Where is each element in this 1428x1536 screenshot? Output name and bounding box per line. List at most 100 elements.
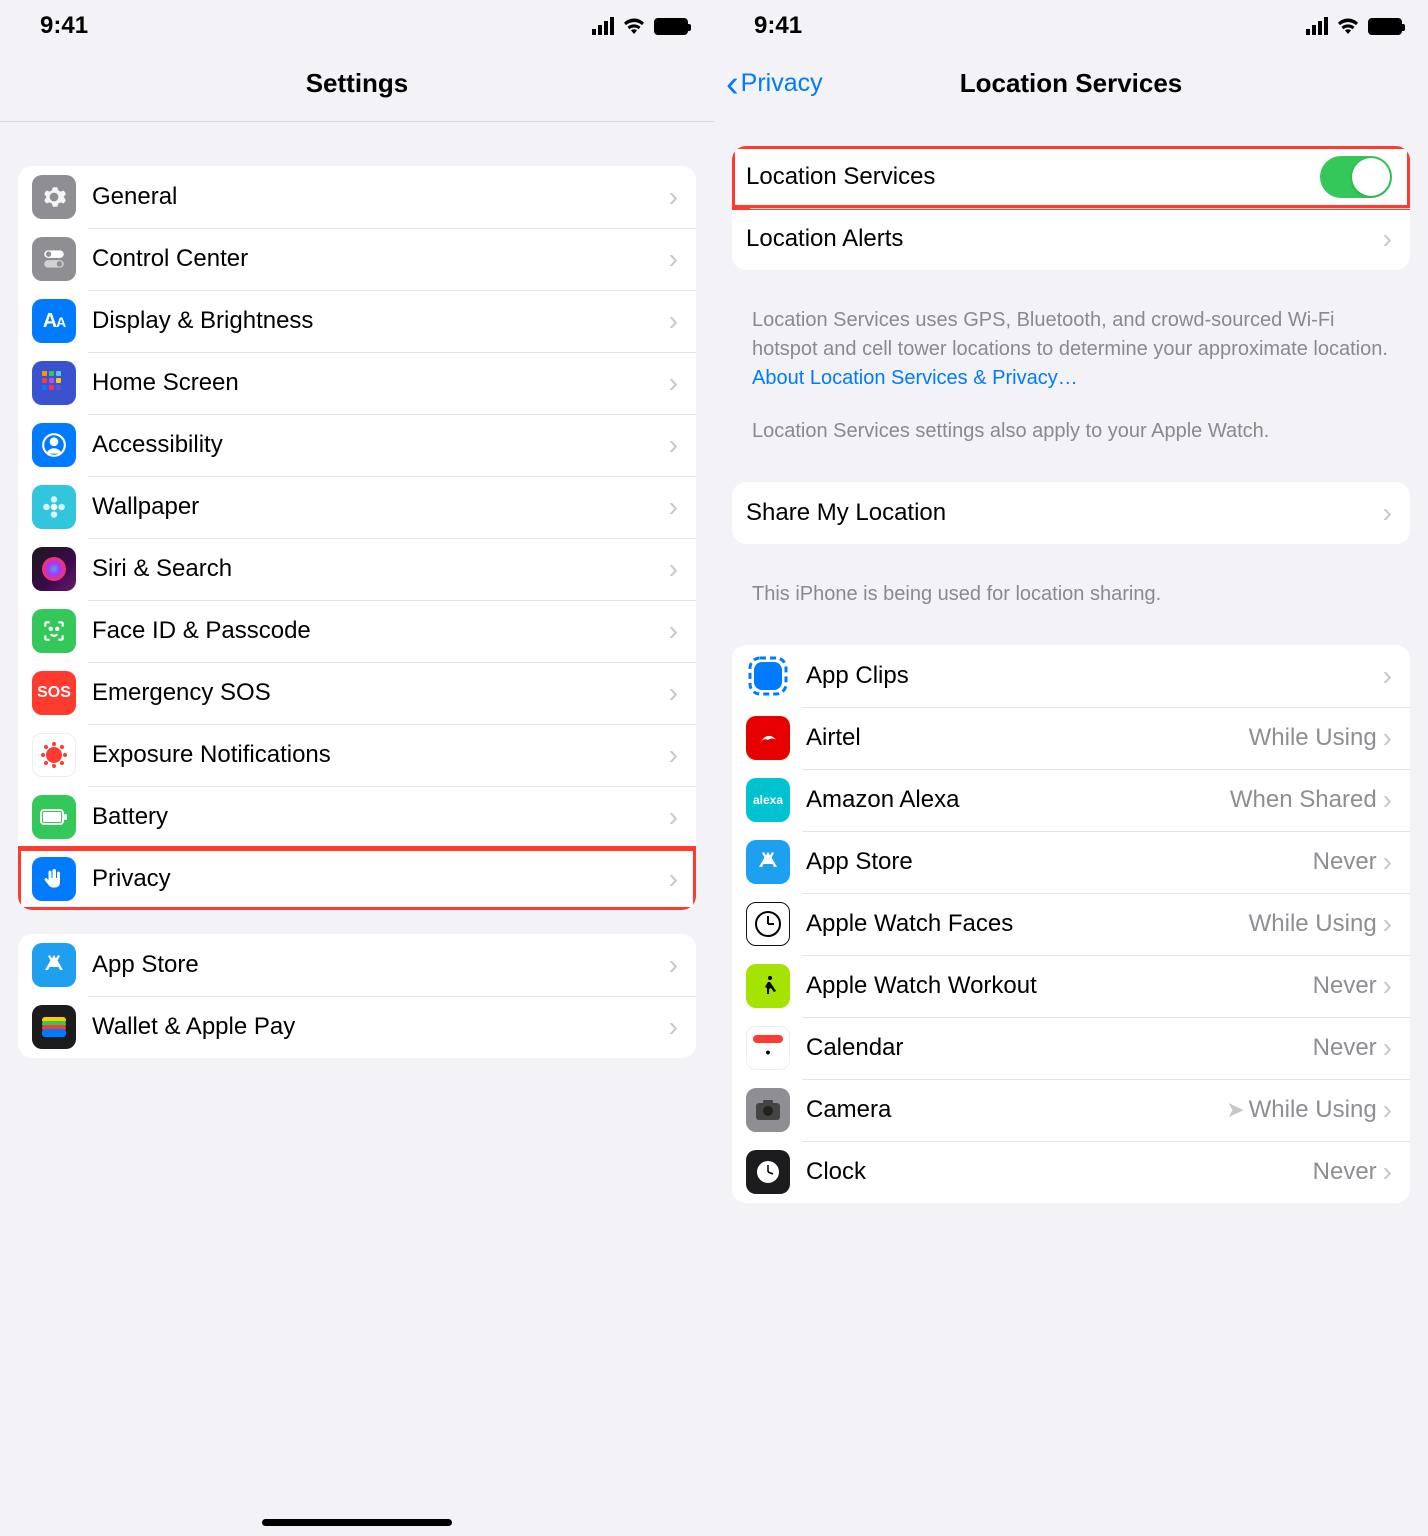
- settings-row-wallet[interactable]: Wallet & Apple Pay›: [18, 996, 696, 1058]
- settings-row-exposure[interactable]: Exposure Notifications›: [18, 724, 696, 786]
- row-label: Location Alerts: [746, 225, 1383, 253]
- row-status: When Shared: [1230, 786, 1377, 814]
- home-indicator[interactable]: [262, 1519, 452, 1526]
- chevron-left-icon: ‹: [726, 65, 739, 103]
- share-location-group: Share My Location ›: [732, 482, 1410, 544]
- wifi-icon: [1336, 17, 1360, 35]
- app-row-clock[interactable]: Clock Never›: [732, 1141, 1410, 1203]
- row-label: Display & Brightness: [92, 307, 669, 335]
- watchfaces-icon: [746, 902, 790, 946]
- location-services-screen: 9:41 ‹ Privacy Location Services Locatio…: [714, 0, 1428, 1536]
- appstore-icon: [746, 840, 790, 884]
- back-label: Privacy: [741, 69, 823, 98]
- sos-icon: SOS: [32, 671, 76, 715]
- location-toggle-group: Location Services Location Alerts ›: [732, 146, 1410, 270]
- row-status: While Using: [1249, 910, 1377, 938]
- settings-row-appstore[interactable]: App Store›: [18, 934, 696, 996]
- settings-row-display[interactable]: AA Display & Brightness›: [18, 290, 696, 352]
- privacy-icon: [32, 857, 76, 901]
- siri-icon: [32, 547, 76, 591]
- signal-icon: [592, 17, 614, 35]
- nav-header: Settings: [0, 46, 714, 122]
- app-row-calendar[interactable]: •Calendar Never›: [732, 1017, 1410, 1079]
- chevron-right-icon: ›: [669, 183, 678, 211]
- settings-row-privacy[interactable]: Privacy›: [18, 848, 696, 910]
- status-bar: 9:41: [0, 0, 714, 46]
- row-label: Share My Location: [746, 499, 1383, 527]
- back-button[interactable]: ‹ Privacy: [726, 65, 823, 103]
- app-row-alexa[interactable]: alexaAmazon Alexa When Shared›: [732, 769, 1410, 831]
- settings-row-faceid[interactable]: Face ID & Passcode›: [18, 600, 696, 662]
- calendar-icon: •: [746, 1026, 790, 1070]
- row-label: Wallpaper: [92, 493, 669, 521]
- settings-row-accessibility[interactable]: Accessibility›: [18, 414, 696, 476]
- settings-row-sos[interactable]: SOS Emergency SOS›: [18, 662, 696, 724]
- location-content[interactable]: Location Services Location Alerts › Loca…: [714, 122, 1428, 1530]
- app-row-appclips[interactable]: App Clips ›: [732, 645, 1410, 707]
- display-icon: AA: [32, 299, 76, 343]
- row-label: Camera: [806, 1096, 1226, 1124]
- page-title: Location Services: [960, 68, 1183, 99]
- location-alerts-row[interactable]: Location Alerts ›: [732, 208, 1410, 270]
- camera-icon: [746, 1088, 790, 1132]
- chevron-right-icon: ›: [1383, 662, 1392, 690]
- share-my-location-row[interactable]: Share My Location ›: [732, 482, 1410, 544]
- row-label: Amazon Alexa: [806, 786, 1230, 814]
- toggle-label: Location Services: [746, 163, 1320, 191]
- settings-row-battery[interactable]: Battery›: [18, 786, 696, 848]
- settings-row-home-screen[interactable]: Home Screen›: [18, 352, 696, 414]
- row-status: Never: [1313, 1158, 1377, 1186]
- chevron-right-icon: ›: [1383, 848, 1392, 876]
- status-bar: 9:41: [714, 0, 1428, 46]
- settings-row-wallpaper[interactable]: Wallpaper›: [18, 476, 696, 538]
- chevron-right-icon: ›: [669, 307, 678, 335]
- battery-icon: [1368, 18, 1402, 35]
- chevron-right-icon: ›: [1383, 1096, 1392, 1124]
- location-services-switch[interactable]: [1320, 156, 1392, 198]
- row-label: App Clips: [806, 662, 1377, 690]
- app-row-watchfaces[interactable]: Apple Watch Faces While Using›: [732, 893, 1410, 955]
- status-indicators: [1306, 17, 1402, 35]
- apps-group: App Clips ›Airtel While Using›alexaAmazo…: [732, 645, 1410, 1203]
- row-label: App Store: [92, 951, 669, 979]
- app-row-airtel[interactable]: Airtel While Using›: [732, 707, 1410, 769]
- settings-row-siri[interactable]: Siri & Search›: [18, 538, 696, 600]
- chevron-right-icon: ›: [669, 803, 678, 831]
- row-label: Battery: [92, 803, 669, 831]
- row-status: While Using: [1249, 724, 1377, 752]
- workout-icon: [746, 964, 790, 1008]
- location-note-1: Location Services uses GPS, Bluetooth, a…: [732, 294, 1410, 405]
- chevron-right-icon: ›: [669, 679, 678, 707]
- row-status: ➤ While Using: [1226, 1096, 1376, 1124]
- appstore-icon: [32, 943, 76, 987]
- settings-group-main: General›Control Center› AA Display & Brigh…: [18, 166, 696, 910]
- battery-icon: [32, 795, 76, 839]
- location-services-toggle-row[interactable]: Location Services: [732, 146, 1410, 208]
- row-label: Home Screen: [92, 369, 669, 397]
- settings-content[interactable]: General›Control Center› AA Display & Brigh…: [0, 122, 714, 1530]
- share-note: This iPhone is being used for location s…: [732, 568, 1410, 621]
- alexa-icon: alexa: [746, 778, 790, 822]
- chevron-right-icon: ›: [669, 431, 678, 459]
- page-title: Settings: [306, 68, 409, 99]
- chevron-right-icon: ›: [669, 245, 678, 273]
- chevron-right-icon: ›: [669, 741, 678, 769]
- app-row-appstore[interactable]: App Store Never›: [732, 831, 1410, 893]
- nav-header: ‹ Privacy Location Services: [714, 46, 1428, 122]
- about-link[interactable]: About Location Services & Privacy…: [752, 367, 1078, 389]
- app-row-camera[interactable]: Camera➤ While Using›: [732, 1079, 1410, 1141]
- settings-row-general[interactable]: General›: [18, 166, 696, 228]
- chevron-right-icon: ›: [669, 951, 678, 979]
- control-center-icon: [32, 237, 76, 281]
- svg-text:•: •: [766, 1044, 771, 1060]
- clock-icon: [746, 1150, 790, 1194]
- accessibility-icon: [32, 423, 76, 467]
- app-row-workout[interactable]: Apple Watch Workout Never›: [732, 955, 1410, 1017]
- chevron-right-icon: ›: [1383, 724, 1392, 752]
- row-label: Emergency SOS: [92, 679, 669, 707]
- status-indicators: [592, 17, 688, 35]
- battery-icon: [654, 18, 688, 35]
- home-screen-icon: [32, 361, 76, 405]
- row-label: Wallet & Apple Pay: [92, 1013, 669, 1041]
- settings-row-control-center[interactable]: Control Center›: [18, 228, 696, 290]
